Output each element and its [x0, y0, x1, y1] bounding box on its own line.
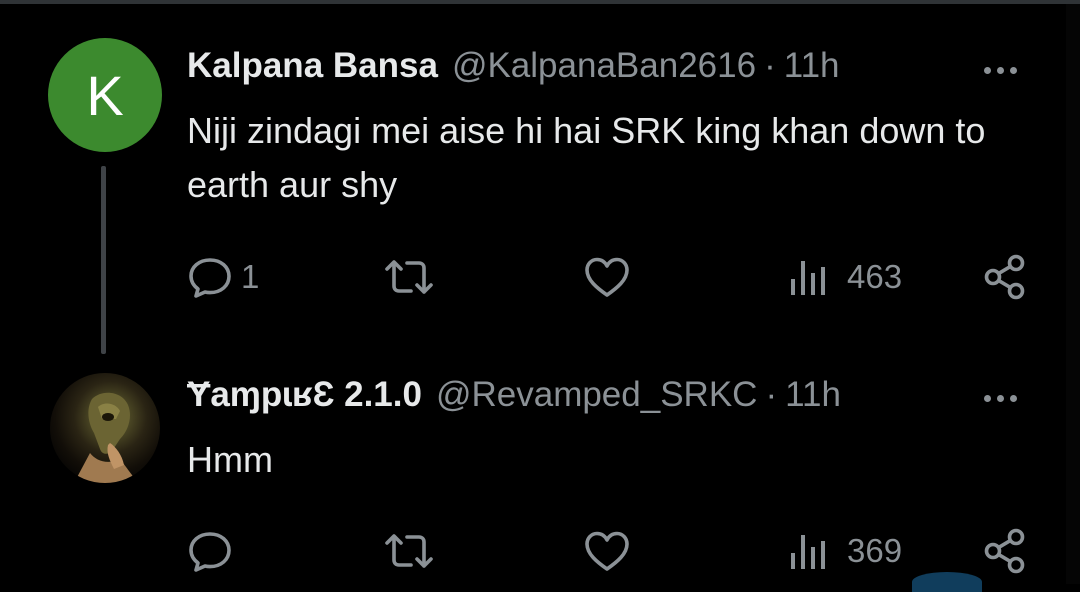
like-button[interactable]: [583, 526, 639, 576]
separator-dot: ·: [764, 46, 776, 85]
more-icon[interactable]: [984, 395, 1017, 402]
user-handle[interactable]: @KalpanaBan2616: [452, 46, 756, 86]
retweet-icon: [385, 534, 433, 568]
tweet[interactable]: K Kalpana Bansa @KalpanaBan2616 · 11h Ni…: [0, 0, 1080, 355]
views-icon: [791, 535, 825, 569]
like-icon: [585, 531, 629, 571]
like-icon: [585, 257, 629, 297]
tweet[interactable]: ɎaɱpɩʁƐ 2.1.0 @Revamped_SRKC · 11h Hmm 3…: [0, 355, 1080, 584]
retweet-button[interactable]: [383, 526, 443, 576]
reply-button[interactable]: 1: [187, 252, 259, 302]
avatar-letter: K: [86, 63, 124, 127]
display-name[interactable]: Kalpana Bansa: [187, 46, 438, 86]
share-icon: [984, 528, 1025, 574]
separator-dot: ·: [765, 375, 778, 414]
like-button[interactable]: [583, 252, 639, 302]
avatar-image: [74, 392, 138, 483]
action-bar: 369: [0, 526, 1080, 576]
timestamp[interactable]: 11h: [784, 46, 840, 86]
retweet-icon: [385, 260, 433, 294]
view-count: 369: [847, 532, 903, 569]
more-icon[interactable]: [984, 67, 1017, 74]
tweet-header: Kalpana Bansa @KalpanaBan2616 · 11h: [187, 46, 840, 86]
reply-icon: [189, 258, 231, 298]
avatar[interactable]: [50, 373, 160, 483]
views-button[interactable]: 369: [787, 526, 902, 576]
reply-button[interactable]: [187, 526, 241, 576]
share-button[interactable]: [983, 526, 1027, 576]
reply-icon: [189, 532, 231, 572]
action-bar: 1 463: [0, 252, 1080, 302]
avatar[interactable]: K: [48, 38, 162, 152]
tweet-text: Hmm: [187, 439, 273, 480]
user-handle[interactable]: @Revamped_SRKC: [436, 375, 758, 415]
tweet-header: ɎaɱpɩʁƐ 2.1.0 @Revamped_SRKC · 11h: [187, 375, 841, 415]
views-icon: [791, 261, 825, 295]
view-count: 463: [847, 258, 903, 295]
reply-count: 1: [241, 258, 260, 295]
share-button[interactable]: [983, 252, 1027, 302]
retweet-button[interactable]: [383, 252, 443, 302]
compose-fab-edge[interactable]: [912, 572, 982, 592]
tweet-text: Niji zindagi mei aise hi hai SRK king kh…: [187, 110, 986, 205]
timestamp[interactable]: 11h: [785, 375, 841, 415]
views-button[interactable]: 463: [787, 252, 902, 302]
share-icon: [984, 254, 1025, 300]
display-name[interactable]: ɎaɱpɩʁƐ 2.1.0: [187, 375, 422, 415]
